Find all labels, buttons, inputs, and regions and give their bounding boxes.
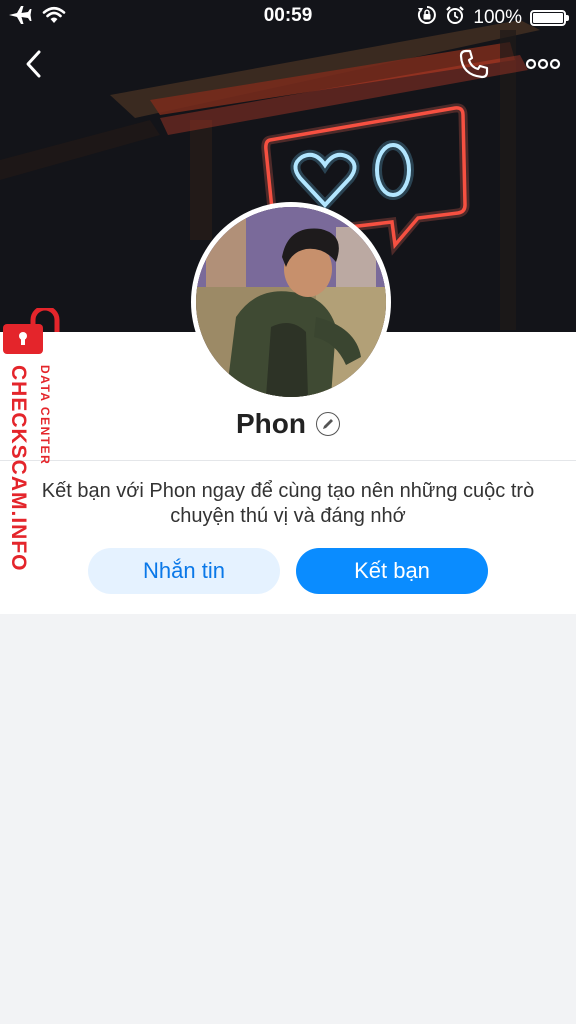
divider — [0, 460, 576, 461]
status-right: 100% — [417, 5, 569, 31]
back-icon — [24, 49, 44, 84]
watermark-sub: DATA CENTER — [38, 365, 52, 466]
back-button[interactable] — [14, 44, 54, 88]
avatar-photo — [196, 207, 386, 397]
battery-percent: 100% — [473, 7, 522, 28]
rotation-lock-icon — [417, 5, 437, 31]
profile-name: Phon — [236, 408, 306, 439]
add-friend-button[interactable]: Kết bạn — [296, 548, 488, 594]
phone-icon — [458, 48, 490, 85]
alarm-icon — [445, 5, 465, 31]
call-button[interactable] — [452, 44, 496, 88]
watermark-main: CHECKSCAM.INFO — [7, 365, 30, 572]
more-button[interactable] — [518, 44, 568, 88]
name-row: Phon — [0, 404, 576, 444]
avatar[interactable] — [191, 202, 391, 402]
battery-icon — [530, 10, 569, 26]
message-button[interactable]: Nhắn tin — [88, 548, 280, 594]
invite-text: Kết bạn với Phon ngay để cùng tạo nên nh… — [41, 480, 535, 527]
profile-screen: 00:59 100% Phon Kết bạn với Phon ngay để… — [0, 0, 576, 1024]
more-icon — [525, 57, 561, 75]
status-bar: 00:59 100% — [0, 0, 576, 32]
edit-name-icon[interactable] — [316, 412, 340, 436]
battery-level — [533, 13, 563, 23]
watermark-lock-icon — [3, 305, 61, 359]
